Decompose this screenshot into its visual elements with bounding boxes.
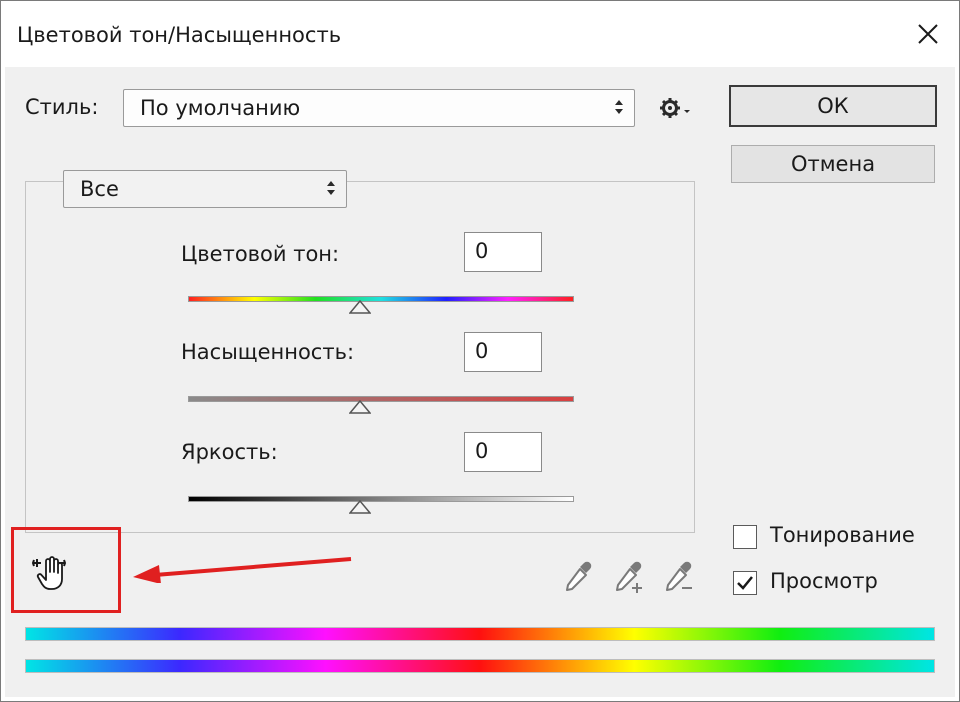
annotation-highlight-box xyxy=(11,527,121,613)
eyedropper-button[interactable] xyxy=(560,559,596,595)
eyedropper-icon xyxy=(566,561,592,591)
close-icon xyxy=(918,24,938,44)
eyedropper-minus-icon xyxy=(666,561,692,591)
preset-options-button[interactable] xyxy=(659,95,693,121)
saturation-slider-track[interactable] xyxy=(188,396,574,402)
saturation-input[interactable]: 0 xyxy=(464,332,542,372)
style-preset-value: По умолчанию xyxy=(140,96,301,120)
saturation-label: Насыщенность: xyxy=(181,340,355,364)
eyedropper-minus-button[interactable] xyxy=(660,559,696,595)
hue-input[interactable]: 0 xyxy=(464,232,542,272)
title-bar: Цветовой тон/Насыщенность xyxy=(1,1,959,67)
lightness-value: 0 xyxy=(475,439,489,463)
preview-checkbox[interactable] xyxy=(733,571,757,595)
hue-value: 0 xyxy=(475,239,489,263)
lightness-input[interactable]: 0 xyxy=(464,432,542,472)
hue-slider-thumb[interactable] xyxy=(349,300,371,314)
saturation-value: 0 xyxy=(475,339,489,363)
updown-arrows-icon xyxy=(615,100,623,114)
hue-slider-track[interactable] xyxy=(188,296,574,302)
close-button[interactable] xyxy=(901,9,955,59)
lightness-slider-track[interactable] xyxy=(188,496,574,502)
eyedropper-plus-button[interactable] xyxy=(610,559,646,595)
style-preset-select[interactable]: По умолчанию xyxy=(123,89,635,127)
dialog-body: Стиль: По умолчанию ОК Отмена Все Цветов… xyxy=(5,67,955,697)
hue-label: Цветовой тон: xyxy=(181,242,340,266)
saturation-slider-thumb[interactable] xyxy=(349,400,371,414)
preview-label: Просмотр xyxy=(770,569,878,593)
lightness-slider-thumb[interactable] xyxy=(349,500,371,514)
checkmark-icon xyxy=(737,576,753,590)
colorize-label: Тонирование xyxy=(770,523,915,547)
input-color-spectrum-bar xyxy=(25,627,935,641)
updown-arrows-icon xyxy=(327,181,335,195)
hue-saturation-dialog: Цветовой тон/Насыщенность Стиль: По умол… xyxy=(0,0,960,702)
gear-menu-icon xyxy=(660,98,690,118)
eyedropper-plus-icon xyxy=(616,561,642,593)
output-color-spectrum-bar xyxy=(25,659,935,673)
channel-value: Все xyxy=(80,177,119,201)
ok-button[interactable]: ОК xyxy=(729,85,937,127)
annotation-arrow-icon xyxy=(133,557,352,583)
dialog-title: Цветовой тон/Насыщенность xyxy=(17,23,342,47)
adjustment-group: Все Цветовой тон: 0 Насыщенность: 0 Ярко… xyxy=(25,170,695,533)
channel-select[interactable]: Все xyxy=(63,170,347,208)
lightness-label: Яркость: xyxy=(181,440,278,464)
cancel-button[interactable]: Отмена xyxy=(731,145,935,183)
colorize-checkbox[interactable] xyxy=(733,525,757,549)
style-label: Стиль: xyxy=(25,95,99,119)
